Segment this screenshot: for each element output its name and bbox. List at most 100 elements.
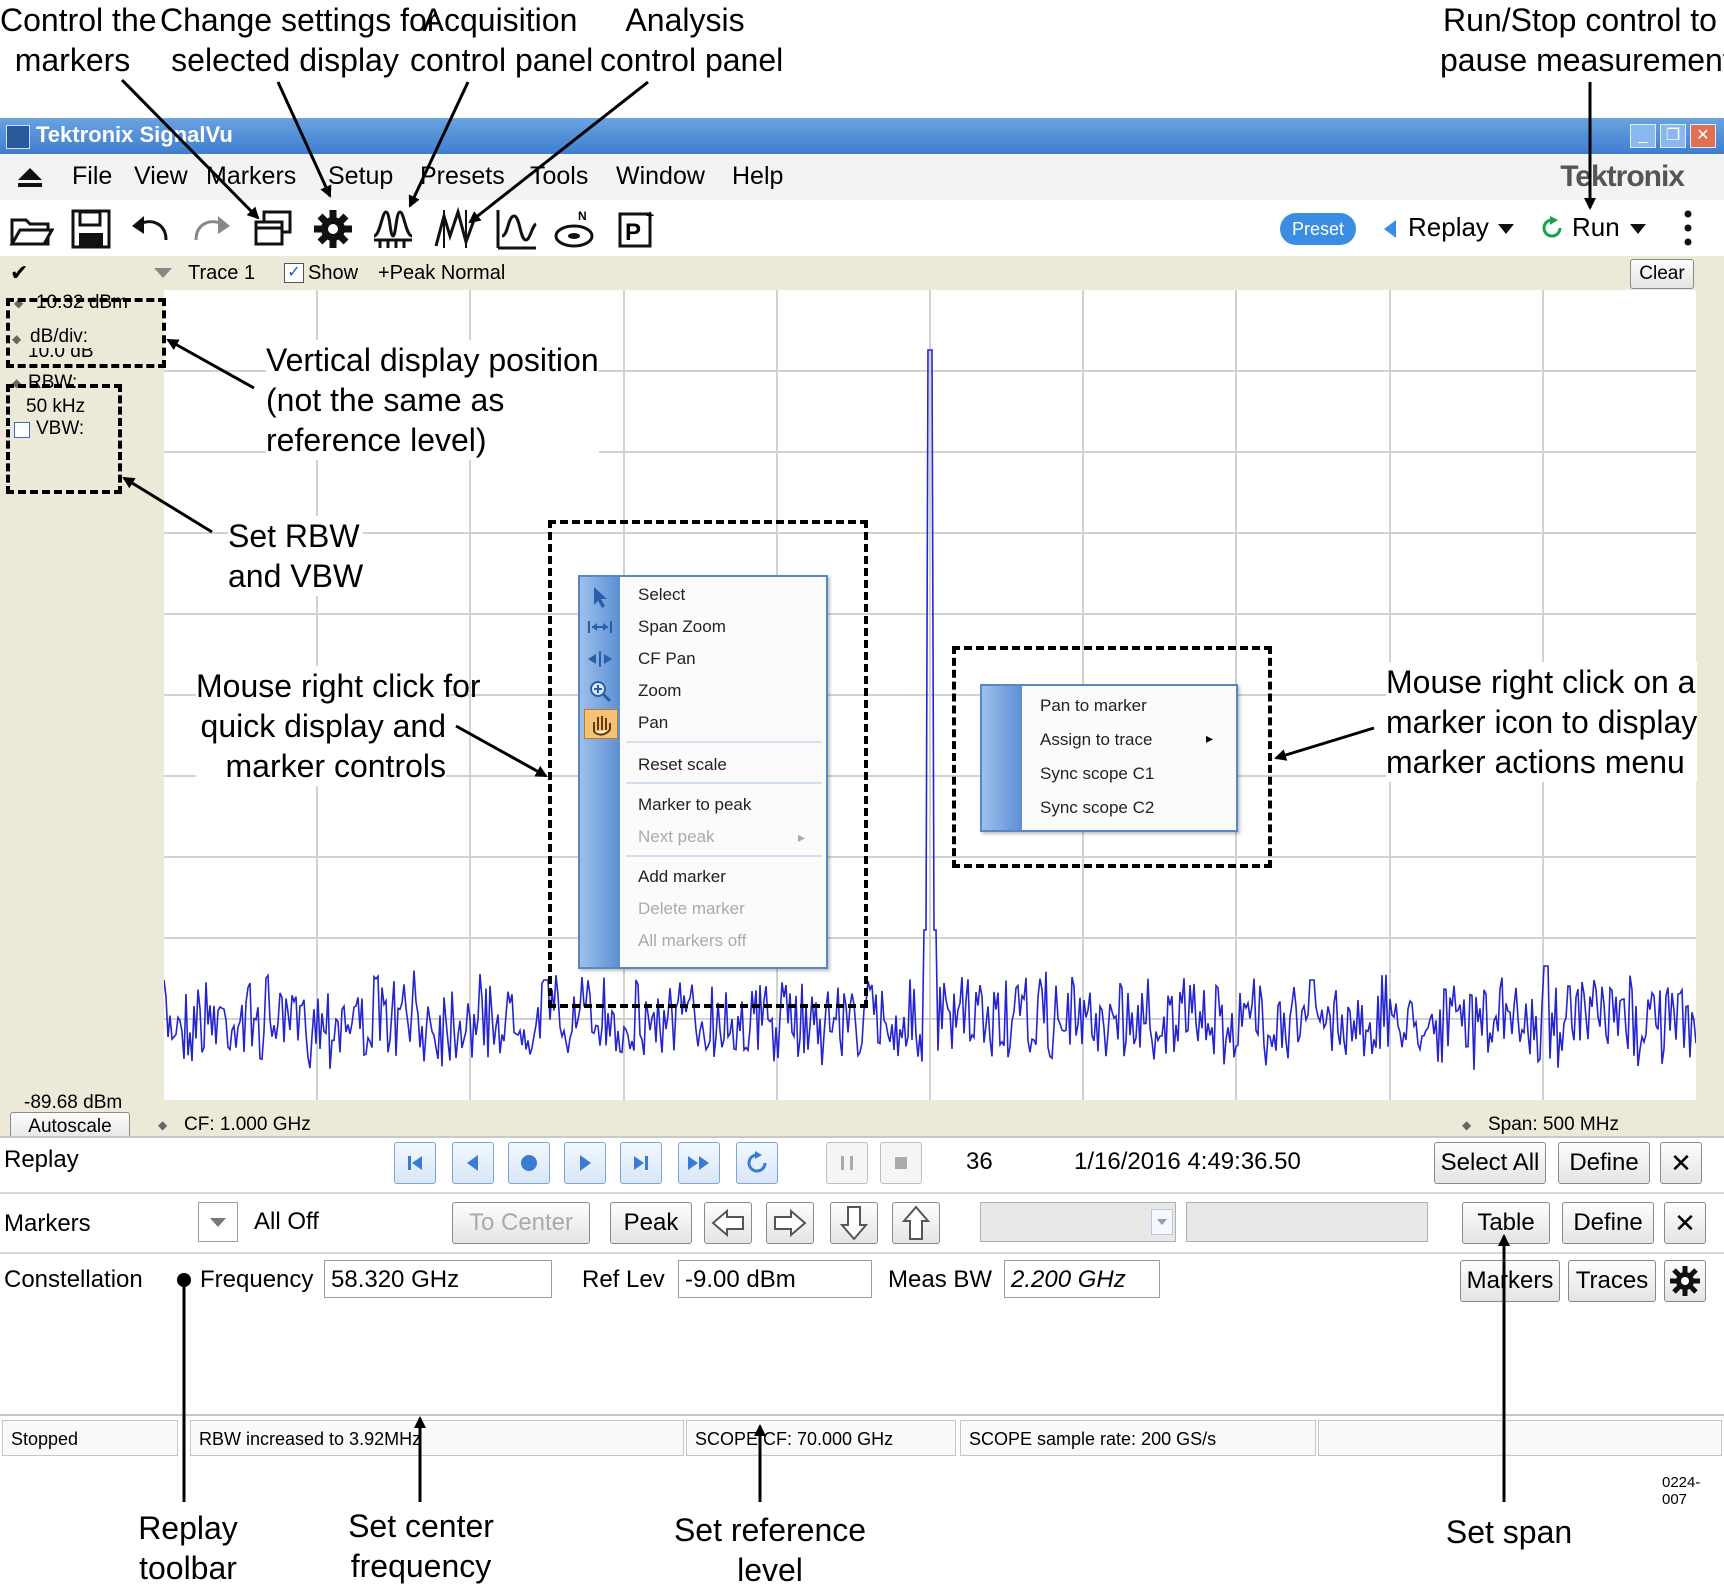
close-window-button[interactable]: ✕ bbox=[1690, 124, 1716, 148]
menu-setup[interactable]: Setup bbox=[328, 162, 393, 191]
menu-bar: File View Markers Setup Presets Tools Wi… bbox=[0, 154, 1724, 201]
marker-up-button[interactable] bbox=[892, 1202, 940, 1244]
meas-bw-input[interactable]: 2.200 GHz bbox=[1004, 1260, 1160, 1298]
highlight-marker-menu bbox=[952, 646, 1272, 868]
main-toolbar: N P + Preset Replay Run bbox=[0, 200, 1724, 257]
callout-right-click-display: Mouse right click for quick display and … bbox=[196, 666, 481, 786]
step-back-button[interactable] bbox=[452, 1142, 494, 1184]
redo-icon[interactable] bbox=[188, 206, 234, 252]
highlight-display-menu bbox=[548, 520, 868, 1008]
trace-dropdown-icon[interactable] bbox=[154, 268, 172, 278]
chevron-down-icon[interactable] bbox=[1498, 224, 1514, 234]
marker-mode-value[interactable]: All Off bbox=[254, 1208, 319, 1236]
frequency-label: Frequency bbox=[200, 1266, 314, 1293]
status-state: Stopped bbox=[2, 1420, 178, 1456]
replay-define-button[interactable]: Define bbox=[1558, 1142, 1650, 1184]
skip-to-start-button[interactable] bbox=[394, 1142, 436, 1184]
vna-icon[interactable]: N bbox=[552, 206, 598, 252]
callout-run-stop: Run/Stop control to pause measurement bbox=[1440, 2, 1724, 78]
status-scope-cf: SCOPE CF: 70.000 GHz bbox=[686, 1420, 956, 1456]
replay-timestamp: 1/16/2016 4:49:36.50 bbox=[1074, 1148, 1301, 1175]
bottom-level-value[interactable]: -89.68 dBm bbox=[24, 1092, 122, 1114]
detector-label[interactable]: +Peak Normal bbox=[378, 262, 505, 285]
save-icon[interactable] bbox=[68, 206, 114, 252]
tektronix-logo: Tektronix bbox=[1560, 160, 1685, 193]
status-scope-rate: SCOPE sample rate: 200 GS/s bbox=[960, 1420, 1316, 1456]
marker-select-dropdown[interactable] bbox=[980, 1202, 1176, 1242]
window-title: Tektronix SignalVu bbox=[36, 122, 233, 147]
pause-button[interactable] bbox=[826, 1142, 868, 1184]
menu-markers[interactable]: Markers bbox=[206, 162, 296, 191]
undo-icon[interactable] bbox=[128, 206, 174, 252]
analysis-icon[interactable] bbox=[432, 206, 478, 252]
replay-close-button[interactable]: ✕ bbox=[1660, 1142, 1702, 1184]
callout-set-center-freq: Set center frequency bbox=[348, 1508, 494, 1584]
constellation-traces-button[interactable]: Traces bbox=[1568, 1260, 1656, 1302]
highlight-rbw-vbw bbox=[6, 384, 122, 494]
show-checkbox[interactable]: ✓ bbox=[284, 263, 304, 283]
highlight-vertical-position bbox=[6, 298, 166, 368]
to-center-button[interactable]: To Center bbox=[452, 1202, 590, 1244]
check-icon: ✔ bbox=[10, 260, 29, 285]
replay-arrow-icon bbox=[1384, 220, 1396, 238]
record-button[interactable] bbox=[508, 1142, 550, 1184]
markers-close-button[interactable]: ✕ bbox=[1664, 1202, 1706, 1244]
replay-row-label: Replay bbox=[4, 1146, 79, 1173]
marker-mode-dropdown[interactable] bbox=[198, 1202, 238, 1242]
callout-control-markers: Control the markers bbox=[0, 2, 157, 78]
callout-change-settings: Change settings for selected display bbox=[160, 2, 438, 78]
preset-button[interactable]: Preset bbox=[1280, 213, 1356, 245]
show-label: Show bbox=[308, 262, 359, 284]
run-button[interactable]: Run bbox=[1572, 212, 1620, 243]
status-message: RBW increased to 3.92MHz bbox=[190, 1420, 684, 1456]
clear-button[interactable]: Clear bbox=[1630, 259, 1694, 289]
peak-button[interactable]: Peak bbox=[610, 1202, 692, 1244]
menu-help[interactable]: Help bbox=[732, 162, 783, 191]
span-readout[interactable]: Span: 500 MHz bbox=[1488, 1114, 1619, 1136]
constellation-settings-gear-icon[interactable] bbox=[1664, 1260, 1706, 1302]
marker-down-button[interactable] bbox=[830, 1202, 878, 1244]
marker-table-button[interactable]: Table bbox=[1462, 1202, 1550, 1244]
menu-window[interactable]: Window bbox=[616, 162, 705, 191]
menu-tools[interactable]: Tools bbox=[530, 162, 588, 191]
stop-button[interactable] bbox=[880, 1142, 922, 1184]
markers-define-button[interactable]: Define bbox=[1562, 1202, 1654, 1244]
acquisition-icon[interactable] bbox=[370, 206, 416, 252]
amplitude-icon[interactable] bbox=[492, 206, 538, 252]
run-refresh-icon bbox=[1542, 216, 1562, 238]
menu-file[interactable]: File bbox=[72, 162, 112, 191]
callout-vertical-position: Vertical display position (not the same … bbox=[266, 340, 599, 460]
svg-text:P: P bbox=[625, 219, 641, 246]
settings-gear-icon[interactable] bbox=[310, 206, 356, 252]
center-frequency-readout[interactable]: CF: 1.000 GHz bbox=[184, 1114, 311, 1136]
more-options-icon[interactable] bbox=[1684, 210, 1692, 246]
eject-icon[interactable] bbox=[16, 166, 44, 188]
callout-set-span: Set span bbox=[1445, 1514, 1573, 1550]
frequency-input[interactable]: 58.320 GHz bbox=[324, 1260, 552, 1298]
meas-bw-label: Meas BW bbox=[888, 1266, 993, 1293]
marker-left-button[interactable] bbox=[704, 1202, 752, 1244]
displays-icon[interactable] bbox=[250, 206, 296, 252]
ref-level-input[interactable]: -9.00 dBm bbox=[678, 1260, 872, 1298]
trace-selector[interactable]: Trace 1 bbox=[188, 262, 255, 285]
select-all-button[interactable]: Select All bbox=[1434, 1142, 1546, 1184]
constellation-markers-button[interactable]: Markers bbox=[1460, 1260, 1560, 1302]
fast-forward-button[interactable] bbox=[678, 1142, 720, 1184]
preset-p-icon[interactable]: P+ bbox=[614, 206, 660, 252]
cf-arrow-icon: ◆ bbox=[158, 1118, 168, 1132]
skip-to-end-button[interactable] bbox=[620, 1142, 662, 1184]
loop-button[interactable] bbox=[736, 1142, 778, 1184]
restore-button[interactable]: ❐ bbox=[1660, 124, 1686, 148]
figure-id: 0224-007 bbox=[1662, 1474, 1701, 1508]
menu-view[interactable]: View bbox=[134, 162, 188, 191]
trace-bar: ✔ Trace 1 ✓ Show +Peak Normal Clear bbox=[0, 256, 1724, 290]
marker-right-button[interactable] bbox=[766, 1202, 814, 1244]
chevron-down-icon[interactable] bbox=[1630, 224, 1646, 234]
open-folder-icon[interactable] bbox=[8, 206, 54, 252]
step-forward-button[interactable] bbox=[564, 1142, 606, 1184]
marker-value-field[interactable] bbox=[1186, 1202, 1428, 1242]
replay-button[interactable]: Replay bbox=[1408, 212, 1489, 243]
markers-row-label: Markers bbox=[4, 1210, 91, 1237]
menu-presets[interactable]: Presets bbox=[420, 162, 505, 191]
minimize-button[interactable]: _ bbox=[1630, 124, 1656, 148]
